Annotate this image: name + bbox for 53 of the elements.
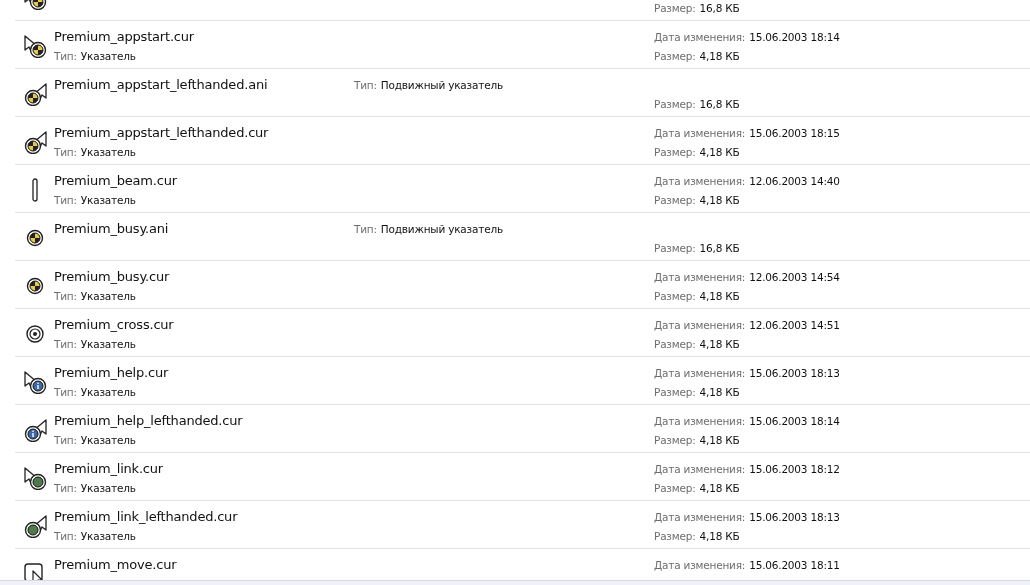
file-type: Тип: Подвижный указатель — [354, 78, 503, 91]
modified-date: Дата изменения: 15.06.2003 18:12 — [654, 462, 840, 475]
file-type: Тип: Указатель — [54, 49, 136, 62]
file-name[interactable]: Premium_link.cur — [54, 461, 163, 476]
file-size: Размер: 4,18 КБ — [654, 289, 740, 302]
file-name[interactable]: Premium_appstart_lefthanded.ani — [54, 77, 268, 92]
modified-date: Дата изменения: 15.06.2003 18:11 — [654, 558, 840, 571]
arrow-globe-icon — [22, 465, 47, 490]
file-type: Тип: Указатель — [54, 145, 136, 158]
file-size: Размер: 4,18 КБ — [654, 145, 740, 158]
file-size: Размер: 4,18 КБ — [654, 433, 740, 446]
file-size: Размер: 4,18 КБ — [654, 385, 740, 398]
file-type: Тип: Указатель — [54, 385, 136, 398]
modified-date: Дата изменения: 15.06.2003 18:13 — [654, 510, 840, 523]
file-name[interactable]: Premium_cross.cur — [54, 317, 174, 332]
arrow-info-icon — [22, 369, 47, 394]
file-type: Тип: Указатель — [54, 193, 136, 206]
file-size: Размер: 4,18 КБ — [654, 337, 740, 350]
file-type: Тип: Указатель — [54, 481, 136, 494]
file-name[interactable]: Premium_busy.cur — [54, 269, 170, 284]
file-size: Размер: 4,18 КБ — [654, 49, 740, 62]
arrow-info-icon — [22, 417, 47, 442]
i-beam-icon — [31, 177, 38, 202]
arrow-disc-icon — [22, 81, 47, 106]
arrow-disc-icon — [22, 33, 47, 58]
file-type: Тип: Указатель — [54, 529, 136, 542]
file-type: Тип: Указатель — [54, 289, 136, 302]
file-name[interactable]: Premium_move.cur — [54, 557, 177, 572]
modified-date: Дата изменения: 15.06.2003 18:13 — [654, 366, 840, 379]
file-name[interactable]: Premium_appstart.cur — [54, 29, 194, 44]
file-name[interactable]: Premium_busy.ani — [54, 221, 169, 236]
file-name[interactable]: Premium_help.cur — [54, 365, 169, 380]
arrow-disc-icon — [22, 129, 47, 154]
modified-date: Дата изменения: 12.06.2003 14:54 — [654, 270, 840, 283]
file-size: Размер: 4,18 КБ — [654, 193, 740, 206]
file-type: Тип: Указатель — [54, 337, 136, 350]
modified-date: Дата изменения: 12.06.2003 14:51 — [654, 318, 840, 331]
file-size: Размер: 4,18 КБ — [654, 481, 740, 494]
file-type: Тип: Указатель — [54, 433, 136, 446]
file-name[interactable]: Premium_help_lefthanded.cur — [54, 413, 243, 428]
file-type: Тип: Подвижный указатель — [354, 222, 503, 235]
modified-date: Дата изменения: 15.06.2003 18:14 — [654, 414, 840, 427]
file-size: Размер: 4,18 КБ — [654, 529, 740, 542]
arrow-globe-icon — [22, 513, 47, 538]
file-size: Размер: 16,8 КБ — [654, 241, 740, 254]
modified-date: Дата изменения: 12.06.2003 14:40 — [654, 174, 840, 187]
file-size: Размер: 16,8 КБ — [654, 97, 740, 110]
file-name[interactable]: Premium_link_lefthanded.cur — [54, 509, 238, 524]
modified-date: Дата изменения: 15.06.2003 18:14 — [654, 30, 840, 43]
modified-date: Дата изменения: 15.06.2003 18:15 — [654, 126, 840, 139]
file-name[interactable]: Premium_appstart_lefthanded.cur — [54, 125, 269, 140]
file-size: Размер: 16,8 КБ — [654, 1, 740, 14]
file-name[interactable]: Premium_beam.cur — [54, 173, 177, 188]
